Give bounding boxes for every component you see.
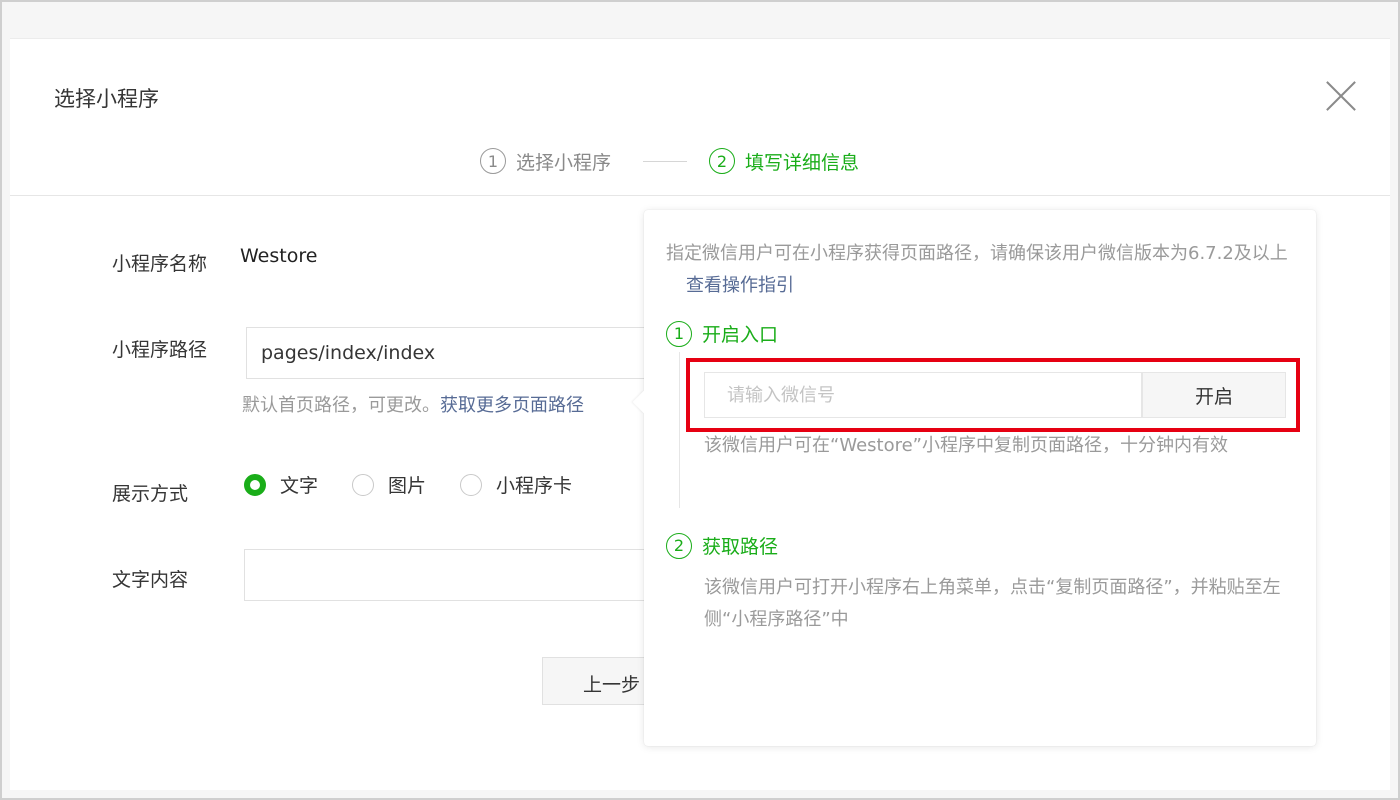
radio-image[interactable]: 图片 [352,471,426,498]
step-vertical-line [679,352,680,508]
get-path-note: 该微信用户可打开小程序右上角菜单，点击“复制页面路径”，并粘贴至左侧“小程序路径… [704,577,1281,630]
step-select-miniprogram[interactable]: 1 选择小程序 [480,148,611,175]
step-2-number: 2 [709,148,736,174]
miniprogram-name-value: Westore [240,245,318,267]
popover-step-2-title: 获取路径 [702,536,779,558]
radio-image-label: 图片 [388,475,427,497]
path-hint: 默认首页路径，可更改。获取更多页面路径 [242,391,584,417]
popover-step-2-number: 2 [666,532,692,559]
step-1-label: 选择小程序 [516,151,612,174]
radio-card-label: 小程序卡 [496,475,573,497]
page-path-popover: 指定微信用户可在小程序获得页面路径，请确保该用户微信版本为6.7.2及以上查看操… [632,210,1316,746]
radio-text-label: 文字 [280,475,319,497]
header-divider [10,195,1390,196]
popover-step-1-title: 开启入口 [702,324,779,346]
miniprogram-name-label: 小程序名称 [112,253,208,275]
popover-step-1-number: 1 [666,320,692,347]
enable-entry-note: 该微信用户可在“Westore”小程序中复制页面路径，十分钟内有效 [704,435,1228,456]
radio-unchecked-icon [352,473,375,496]
more-page-paths-link[interactable]: 获取更多页面路径 [440,395,584,416]
radio-miniprogram-card[interactable]: 小程序卡 [460,471,572,498]
wechat-id-input[interactable] [704,372,1142,418]
step-connector [643,160,688,162]
step-indicator: 1 选择小程序 2 填写详细信息 [480,145,859,177]
previous-step-button[interactable]: 上一步 [542,657,652,705]
miniprogram-path-input[interactable] [246,327,646,379]
popover-step-get-path: 2 获取路径 [666,532,778,559]
step-fill-details: 2 填写详细信息 [709,148,859,175]
display-mode-radio-group: 文字 图片 小程序卡 [244,471,606,498]
radio-text[interactable]: 文字 [244,471,318,498]
popover-description-text: 指定微信用户可在小程序获得页面路径，请确保该用户微信版本为6.7.2及以上 [666,243,1288,264]
close-icon[interactable] [1324,79,1358,113]
path-hint-text: 默认首页路径，可更改。 [242,395,440,416]
popover-step-enable-entry: 1 开启入口 [666,320,778,347]
display-mode-label: 展示方式 [112,483,189,505]
miniprogram-path-label: 小程序路径 [112,339,208,361]
dialog-title: 选择小程序 [54,87,159,111]
view-guide-link[interactable]: 查看操作指引 [686,275,794,296]
radio-unchecked-icon [460,473,483,496]
radio-checked-icon [244,473,266,496]
text-content-input[interactable] [244,549,646,601]
popover-description: 指定微信用户可在小程序获得页面路径，请确保该用户微信版本为6.7.2及以上查看操… [666,238,1306,302]
enable-button[interactable]: 开启 [1142,372,1286,418]
text-content-label: 文字内容 [112,569,189,591]
step-1-number: 1 [480,148,506,174]
step-2-label: 填写详细信息 [745,151,860,174]
